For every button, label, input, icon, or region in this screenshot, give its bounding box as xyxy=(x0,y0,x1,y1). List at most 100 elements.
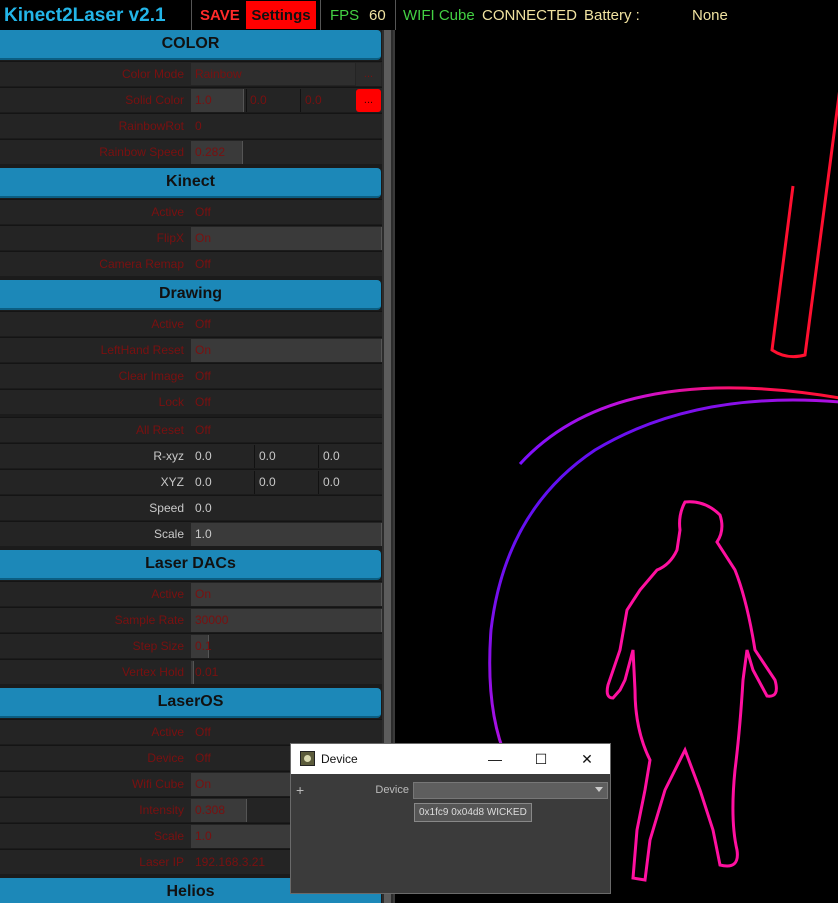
setting-label: Wifi Cube xyxy=(131,777,184,791)
setting-label: RainbowRot xyxy=(118,119,184,133)
setting-label: Intensity xyxy=(139,803,184,817)
setting-drawing-active[interactable]: Active Off xyxy=(0,311,382,336)
drawing-scale-slider[interactable] xyxy=(191,523,382,546)
setting-label: LeftHand Reset xyxy=(100,343,184,357)
setting-label: Scale xyxy=(153,829,184,843)
dialog-title: Device xyxy=(321,752,358,766)
setting-label: Active xyxy=(151,205,184,219)
kinect-active-value[interactable]: Off xyxy=(195,200,211,225)
setting-camera-remap[interactable]: Camera Remap Off xyxy=(0,251,382,276)
color-mode-value: Rainbow xyxy=(195,67,242,81)
setting-label: Scale xyxy=(153,527,184,541)
figure-outline-shape xyxy=(605,500,778,882)
all-reset-value[interactable]: Off xyxy=(195,418,211,443)
r-x-value[interactable]: 0.0 xyxy=(195,444,212,469)
r-y-value[interactable]: 0.0 xyxy=(259,444,276,469)
chevron-down-icon xyxy=(595,787,603,792)
color-mode-menu-button[interactable]: ... xyxy=(356,63,381,86)
clear-image-value[interactable]: Off xyxy=(195,364,211,389)
close-button[interactable]: ✕ xyxy=(564,744,610,774)
divider xyxy=(395,0,396,30)
sample-rate-value: 30000 xyxy=(195,613,229,627)
divider xyxy=(254,445,255,468)
device-value[interactable]: Off xyxy=(195,746,211,771)
device-dialog: Device — ☐ ✕ + Device 0x1fc9 0x04d8 WICK… xyxy=(290,743,611,894)
divider xyxy=(254,471,255,494)
setting-rainbow-rot[interactable]: RainbowRot 0 xyxy=(0,113,382,138)
minimize-button[interactable]: — xyxy=(472,744,518,774)
device-option[interactable]: 0x1fc9 0x04d8 WICKED xyxy=(414,803,532,822)
setting-laseros-active[interactable]: Active Off xyxy=(0,719,382,744)
flipx-toggle[interactable] xyxy=(191,227,382,250)
rainbow-speed-value: 0.282 xyxy=(195,145,226,159)
vertex-hold-value: 0.01 xyxy=(195,665,219,679)
setting-lefthand-reset[interactable]: LeftHand Reset On xyxy=(0,337,382,362)
settings-button[interactable]: Settings xyxy=(246,1,316,29)
setting-vertex-hold[interactable]: Vertex Hold 0.01 xyxy=(0,659,382,684)
setting-all-reset[interactable]: All Reset Off xyxy=(0,417,382,442)
setting-label: Step Size xyxy=(132,639,184,653)
camera-remap-value[interactable]: Off xyxy=(195,252,211,277)
speed-value[interactable]: 0.0 xyxy=(195,496,212,521)
divider xyxy=(318,471,319,494)
rainbow-rot-value[interactable]: 0 xyxy=(195,114,202,139)
app-icon xyxy=(300,751,315,766)
step-size-value: 0.1 xyxy=(195,639,212,653)
divider xyxy=(320,0,321,30)
setting-label: Rainbow Speed xyxy=(99,145,184,159)
setting-r-xyz[interactable]: R-xyz 0.0 0.0 0.0 xyxy=(0,443,382,468)
dialog-title-bar[interactable]: Device — ☐ ✕ xyxy=(291,744,610,774)
section-header-color[interactable]: COLOR xyxy=(0,30,381,60)
section-header-laser-dacs[interactable]: Laser DACs xyxy=(0,550,381,580)
setting-solid-color[interactable]: Solid Color 1.0 0.0 0.0 ... xyxy=(0,87,382,112)
laseros-scale-value: 1.0 xyxy=(195,829,212,843)
wifi-cube-value: On xyxy=(195,777,212,791)
setting-xyz[interactable]: XYZ 0.0 0.0 0.0 xyxy=(0,469,382,494)
setting-dacs-active[interactable]: Active On xyxy=(0,581,382,606)
solid-color-g[interactable]: 0.0 xyxy=(250,88,267,113)
battery-label: Battery : xyxy=(584,7,640,24)
r-z-value[interactable]: 0.0 xyxy=(323,444,340,469)
rod-shape xyxy=(770,91,838,359)
setting-label: XYZ xyxy=(160,475,184,489)
dacs-active-toggle[interactable] xyxy=(191,583,382,606)
vertex-hold-slider[interactable] xyxy=(191,661,194,684)
setting-kinect-active[interactable]: Active Off xyxy=(0,199,382,224)
setting-label: Solid Color xyxy=(125,93,184,107)
x-value[interactable]: 0.0 xyxy=(195,470,212,495)
y-value[interactable]: 0.0 xyxy=(259,470,276,495)
inner-circle-shape xyxy=(488,398,838,761)
app-title: Kinect2Laser v2.1 xyxy=(4,5,166,26)
setting-rainbow-speed[interactable]: Rainbow Speed 0.282 xyxy=(0,139,382,164)
solid-color-b[interactable]: 0.0 xyxy=(305,88,322,113)
section-header-laseros[interactable]: LaserOS xyxy=(0,688,381,718)
lock-value[interactable]: Off xyxy=(195,390,211,415)
flipx-value: On xyxy=(195,231,212,245)
setting-label: Lock xyxy=(158,395,184,409)
setting-drawing-scale[interactable]: Scale 1.0 xyxy=(0,521,382,546)
setting-color-mode[interactable]: Color Mode Rainbow ... xyxy=(0,61,382,86)
setting-step-size[interactable]: Step Size 0.1 xyxy=(0,633,382,658)
section-header-drawing[interactable]: Drawing xyxy=(0,280,381,310)
z-value[interactable]: 0.0 xyxy=(323,470,340,495)
device-select[interactable] xyxy=(413,782,608,799)
save-button[interactable]: SAVE xyxy=(200,0,240,30)
solid-color-picker-button[interactable]: ... xyxy=(356,89,381,112)
maximize-button[interactable]: ☐ xyxy=(518,744,564,774)
laser-ip-value[interactable]: 192.168.3.21 xyxy=(195,850,265,875)
lefthand-reset-toggle[interactable] xyxy=(191,339,382,362)
section-header-kinect[interactable]: Kinect xyxy=(0,168,381,198)
setting-clear-image[interactable]: Clear Image Off xyxy=(0,363,382,388)
drawing-active-value[interactable]: Off xyxy=(195,312,211,337)
setting-flipx[interactable]: FlipX On xyxy=(0,225,382,250)
divider xyxy=(246,89,247,112)
setting-label: Color Mode xyxy=(121,67,184,81)
laseros-active-value[interactable]: Off xyxy=(195,720,211,745)
divider xyxy=(300,89,301,112)
wifi-label: WIFI Cube xyxy=(403,7,475,24)
setting-label: R-xyz xyxy=(153,449,184,463)
setting-speed[interactable]: Speed 0.0 xyxy=(0,495,382,520)
setting-label: Speed xyxy=(149,501,184,515)
setting-lock[interactable]: Lock Off xyxy=(0,389,382,414)
setting-sample-rate[interactable]: Sample Rate 30000 xyxy=(0,607,382,632)
